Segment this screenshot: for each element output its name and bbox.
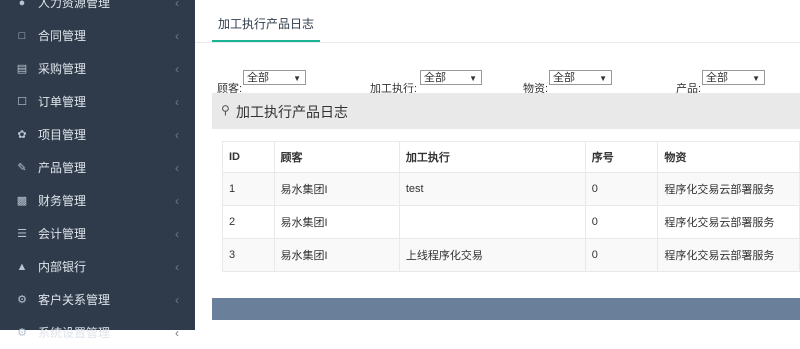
table-row[interactable]: 3 易水集团I 上线程序化交易 0 程序化交易云部署服务 xyxy=(222,238,800,272)
sidebar-item-label: 订单管理 xyxy=(38,95,87,109)
sidebar-item-label: 财务管理 xyxy=(38,194,87,208)
filter-material-select[interactable]: 全部 ▼ xyxy=(549,70,612,85)
cell-customer: 易水集团I xyxy=(273,238,400,272)
sidebar-item-label: 合同管理 xyxy=(38,29,87,43)
sidebar-item-label: 会计管理 xyxy=(38,227,87,241)
cell-id: 1 xyxy=(222,172,275,206)
footer-bar xyxy=(212,298,800,320)
chevron-left-icon: ‹ xyxy=(175,193,179,208)
column-header-process[interactable]: 加工执行 xyxy=(398,141,586,173)
document-icon: □ xyxy=(18,29,26,42)
panel-title: 加工执行产品日志 xyxy=(236,104,348,120)
chevron-left-icon: ‹ xyxy=(175,160,179,175)
dropdown-arrow-icon: ▼ xyxy=(293,74,301,83)
settings-icon: ⚙ xyxy=(17,327,27,339)
chevron-left-icon: ‹ xyxy=(175,325,179,340)
cell-id: 2 xyxy=(222,205,275,239)
cell-material: 程序化交易云部署服务 xyxy=(657,238,800,272)
sidebar-item-purchase[interactable]: ▤ 采购管理 ‹ xyxy=(0,52,195,85)
main-content: 加工执行产品日志 顾客: 全部 ▼ 加工执行: 全部 ▼ 物资: 全部 ▼ 产品… xyxy=(195,0,800,330)
filter-process-value: 全部 xyxy=(424,72,446,84)
sidebar-item-crm[interactable]: ⚙ 客户关系管理 ‹ xyxy=(0,283,195,316)
column-header-id[interactable]: ID xyxy=(222,141,275,173)
filter-product-select[interactable]: 全部 ▼ xyxy=(702,70,765,85)
sidebar: ● 人力资源管理 ‹ □ 合同管理 ‹ ▤ 采购管理 ‹ ☐ 订单管理 ‹ ✿ … xyxy=(0,0,195,340)
table-row[interactable]: 2 易水集团I 0 程序化交易云部署服务 xyxy=(222,205,800,239)
cell-process xyxy=(398,205,586,239)
gears-icon: ⚙ xyxy=(17,294,27,306)
chevron-left-icon: ‹ xyxy=(175,0,179,10)
cart-icon: ☐ xyxy=(17,96,27,108)
chevron-left-icon: ‹ xyxy=(175,292,179,307)
cell-material: 程序化交易云部署服务 xyxy=(657,172,800,206)
sidebar-item-finance[interactable]: ▩ 财务管理 ‹ xyxy=(0,184,195,217)
project-icon: ✿ xyxy=(17,129,27,141)
sidebar-item-label: 采购管理 xyxy=(38,62,87,76)
dropdown-arrow-icon: ▼ xyxy=(752,74,760,83)
user-icon: ⚲ xyxy=(221,103,230,117)
tab-divider xyxy=(195,42,800,43)
table-header-row: ID 顾客 加工执行 序号 物资 xyxy=(222,141,800,173)
bank-icon: ▲ xyxy=(16,260,28,273)
table-row[interactable]: 1 易水集团I test 0 程序化交易云部署服务 xyxy=(222,172,800,206)
sidebar-item-bank[interactable]: ▲ 内部银行 ‹ xyxy=(0,250,195,283)
chevron-left-icon: ‹ xyxy=(175,127,179,142)
chevron-left-icon: ‹ xyxy=(175,28,179,43)
sidebar-item-hr[interactable]: ● 人力资源管理 ‹ xyxy=(0,0,195,19)
sidebar-item-order[interactable]: ☐ 订单管理 ‹ xyxy=(0,85,195,118)
filter-process-select[interactable]: 全部 ▼ xyxy=(420,70,482,85)
calculator-icon: ☰ xyxy=(17,228,27,240)
sidebar-item-project[interactable]: ✿ 项目管理 ‹ xyxy=(0,118,195,151)
log-table: ID 顾客 加工执行 序号 物资 1 易水集团I test 0 程序化交易云部署… xyxy=(222,141,800,272)
column-header-customer[interactable]: 顾客 xyxy=(273,141,400,173)
column-header-material[interactable]: 物资 xyxy=(657,141,800,173)
sidebar-item-label: 系统设置管理 xyxy=(38,326,111,340)
sidebar-item-settings[interactable]: ⚙ 系统设置管理 ‹ xyxy=(0,316,195,349)
cell-seq: 0 xyxy=(584,172,659,206)
tab-process-product-log[interactable]: 加工执行产品日志 xyxy=(212,12,321,43)
cell-seq: 0 xyxy=(584,205,659,239)
cell-seq: 0 xyxy=(584,238,659,272)
sidebar-item-contract[interactable]: □ 合同管理 ‹ xyxy=(0,19,195,52)
cell-material: 程序化交易云部署服务 xyxy=(657,205,800,239)
people-icon: ● xyxy=(18,0,26,9)
chevron-left-icon: ‹ xyxy=(175,226,179,241)
sidebar-item-label: 产品管理 xyxy=(38,161,87,175)
cell-process: 上线程序化交易 xyxy=(398,238,586,272)
filter-product-value: 全部 xyxy=(706,72,728,84)
column-header-seq[interactable]: 序号 xyxy=(584,141,659,173)
money-icon: ▩ xyxy=(16,195,28,207)
chevron-left-icon: ‹ xyxy=(175,94,179,109)
filter-material-value: 全部 xyxy=(553,72,575,84)
chevron-left-icon: ‹ xyxy=(175,61,179,76)
chevron-left-icon: ‹ xyxy=(175,259,179,274)
sidebar-item-label: 人力资源管理 xyxy=(38,0,111,10)
list-icon: ▤ xyxy=(16,63,28,75)
panel-header: ⚲ 加工执行产品日志 xyxy=(212,93,800,129)
sidebar-item-accounting[interactable]: ☰ 会计管理 ‹ xyxy=(0,217,195,250)
sidebar-item-label: 项目管理 xyxy=(38,128,87,142)
cell-id: 3 xyxy=(222,238,275,272)
filter-bar: 顾客: 全部 ▼ 加工执行: 全部 ▼ 物资: 全部 ▼ 产品: 全部 ▼ xyxy=(195,70,800,95)
dropdown-arrow-icon: ▼ xyxy=(469,74,477,83)
sidebar-item-label: 客户关系管理 xyxy=(38,293,111,307)
cell-customer: 易水集团I xyxy=(273,172,400,206)
cell-customer: 易水集团I xyxy=(273,205,400,239)
dropdown-arrow-icon: ▼ xyxy=(599,74,607,83)
edit-icon: ✎ xyxy=(17,162,27,174)
sidebar-item-product[interactable]: ✎ 产品管理 ‹ xyxy=(0,151,195,184)
sidebar-item-label: 内部银行 xyxy=(38,260,87,274)
filter-customer-value: 全部 xyxy=(247,72,269,84)
cell-process: test xyxy=(398,172,586,206)
filter-customer-select[interactable]: 全部 ▼ xyxy=(243,70,306,85)
